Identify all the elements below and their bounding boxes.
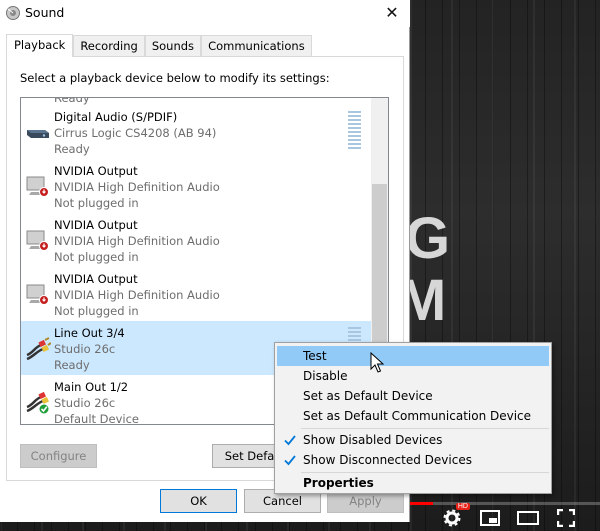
mouse-cursor-icon — [370, 352, 384, 373]
clipped-status-text: Ready — [54, 97, 90, 105]
menu-item-set-default-device[interactable]: Set as Default Device — [277, 386, 549, 406]
device-row-spdif[interactable]: Digital Audio (S/PDIF) Cirrus Logic CS42… — [21, 105, 371, 159]
menu-item-test[interactable]: Test — [277, 346, 549, 366]
tab-strip: Playback Recording Sounds Communications — [6, 34, 312, 57]
speaker-app-icon — [6, 6, 20, 20]
video-letter-g: G — [405, 206, 451, 271]
checkmark-icon — [284, 455, 296, 466]
device-row-nvidia-2[interactable]: NVIDIA Output NVIDIA High Definition Aud… — [21, 213, 371, 267]
device-status: Default Device — [54, 412, 140, 425]
miniplayer-icon[interactable] — [478, 510, 502, 526]
configure-button[interactable]: Configure — [20, 444, 97, 468]
rca-cable-icon — [26, 337, 51, 361]
menu-item-properties[interactable]: Properties — [277, 473, 549, 493]
menu-item-show-disconnected-devices[interactable]: Show Disconnected Devices — [277, 450, 549, 470]
tab-sounds[interactable]: Sounds — [144, 35, 202, 56]
menu-item-disable[interactable]: Disable — [277, 366, 549, 386]
close-button[interactable]: ✕ — [382, 3, 402, 23]
device-status: Ready — [54, 358, 90, 372]
monitor-speaker-icon — [26, 230, 49, 251]
theater-mode-icon[interactable] — [516, 511, 540, 525]
device-status: Not plugged in — [54, 196, 139, 210]
device-name: NVIDIA Output — [54, 164, 138, 178]
device-driver: Cirrus Logic CS4208 (AB 94) — [54, 126, 217, 140]
monitor-speaker-icon — [26, 176, 49, 197]
tab-communications[interactable]: Communications — [201, 35, 312, 56]
device-driver: NVIDIA High Definition Audio — [54, 288, 220, 302]
device-name: Main Out 1/2 — [54, 380, 129, 394]
device-driver: NVIDIA High Definition Audio — [54, 234, 220, 248]
device-name: Digital Audio (S/PDIF) — [54, 110, 178, 124]
device-driver: Studio 26c — [54, 342, 116, 356]
menu-item-label: Show Disconnected Devices — [303, 453, 472, 467]
menu-separator — [301, 428, 549, 429]
tab-playback[interactable]: Playback — [6, 34, 74, 57]
menu-item-show-disabled-devices[interactable]: Show Disabled Devices — [277, 430, 549, 450]
device-name: Line Out 3/4 — [54, 326, 125, 340]
spdif-device-icon — [27, 130, 49, 138]
instruction-text: Select a playback device below to modify… — [20, 71, 330, 85]
hd-badge: HD — [455, 503, 470, 510]
rca-cable-default-icon — [26, 391, 50, 415]
device-status: Not plugged in — [54, 304, 139, 318]
fullscreen-icon[interactable] — [554, 509, 578, 527]
menu-item-set-default-communication-device[interactable]: Set as Default Communication Device — [277, 406, 549, 426]
device-driver: Studio 26c — [54, 396, 116, 410]
checkmark-icon — [284, 435, 296, 446]
device-driver: NVIDIA High Definition Audio — [54, 180, 220, 194]
ok-button[interactable]: OK — [160, 489, 237, 513]
tab-recording[interactable]: Recording — [73, 35, 145, 56]
level-meter — [348, 111, 361, 151]
title-bar[interactable]: Sound ✕ — [0, 0, 410, 27]
video-progress-fill — [410, 502, 433, 505]
device-row-nvidia-3[interactable]: NVIDIA Output NVIDIA High Definition Aud… — [21, 267, 371, 321]
settings-gear-icon[interactable]: HD — [440, 503, 470, 527]
device-context-menu: Test Disable Set as Default Device Set a… — [274, 342, 552, 494]
device-name: NVIDIA Output — [54, 218, 138, 232]
menu-item-label: Show Disabled Devices — [303, 433, 443, 447]
window-title: Sound — [25, 5, 65, 20]
monitor-speaker-icon — [26, 284, 49, 305]
video-controls: HD — [436, 503, 600, 531]
device-row-nvidia-1[interactable]: NVIDIA Output NVIDIA High Definition Aud… — [21, 159, 371, 213]
device-status: Not plugged in — [54, 250, 139, 264]
device-name: NVIDIA Output — [54, 272, 138, 286]
device-status: Ready — [54, 142, 90, 156]
